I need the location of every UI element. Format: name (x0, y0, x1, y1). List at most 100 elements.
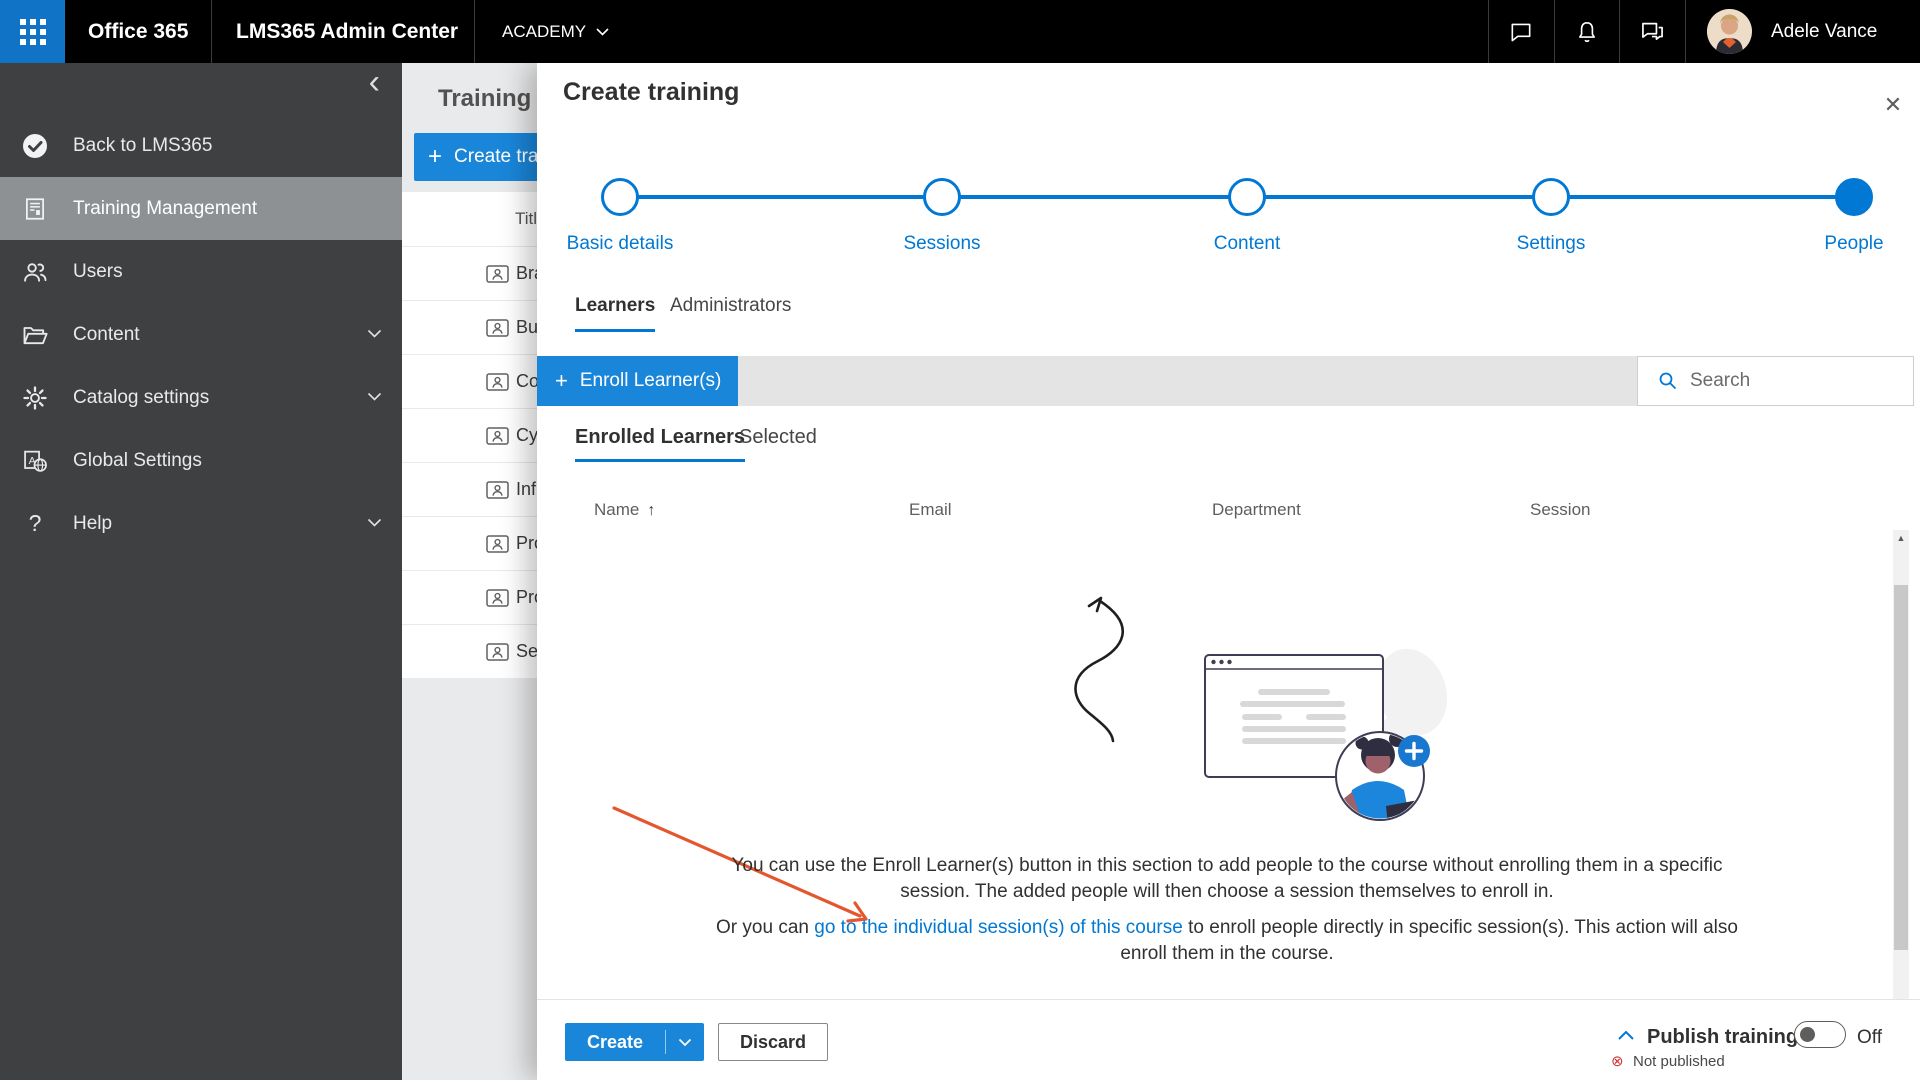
contact-card-icon (486, 588, 509, 607)
subtab-selected[interactable]: Selected (739, 426, 817, 459)
step-circle-people[interactable] (1835, 178, 1873, 216)
chevron-up-icon[interactable] (1617, 1030, 1635, 1041)
empty-state-text: You can use the Enroll Learner(s) button… (731, 855, 1723, 902)
sidebar-item-label: Global Settings (73, 449, 202, 471)
column-header-session[interactable]: Session (1530, 500, 1590, 520)
create-training-button[interactable]: + Create tra (414, 133, 537, 181)
table-row[interactable]: Co (402, 354, 537, 408)
row-title: Bu (516, 317, 537, 337)
step-label-basic-details[interactable]: Basic details (540, 233, 700, 255)
waffle-icon (19, 18, 46, 45)
avatar-image (1707, 9, 1752, 54)
squiggle-arrow (1074, 596, 1124, 743)
contact-card-icon (486, 318, 509, 337)
app-launcher-button[interactable] (0, 0, 65, 63)
gear-icon (21, 384, 49, 412)
chat-button[interactable] (1489, 0, 1553, 63)
page-title: Training M (438, 85, 537, 112)
contact-card-icon (486, 534, 509, 553)
sidebar-item-users[interactable]: Users (0, 240, 402, 303)
step-label-people[interactable]: People (1774, 233, 1920, 255)
row-title: Pro (516, 587, 537, 607)
table-row[interactable]: Bra (402, 246, 537, 300)
lms365-logo-icon (21, 132, 49, 160)
step-label-settings[interactable]: Settings (1471, 233, 1631, 255)
sort-ascending-icon: ↑ (647, 502, 656, 519)
step-label-sessions[interactable]: Sessions (862, 233, 1022, 255)
feedback-button[interactable] (1620, 0, 1684, 63)
step-circle-sessions[interactable] (923, 178, 961, 216)
sidebar-item-back-to-lms365[interactable]: Back to LMS365 (0, 114, 402, 177)
user-name[interactable]: Adele Vance (1771, 0, 1877, 63)
not-published-icon: ⊗ (1611, 1053, 1624, 1070)
sidebar-item-content[interactable]: Content (0, 303, 402, 366)
sidebar-item-label: Training Management (73, 197, 258, 219)
sidebar-item-catalog-settings[interactable]: Catalog settings (0, 366, 402, 429)
tenant-name: ACADEMY (502, 21, 587, 41)
plus-icon: + (428, 143, 443, 170)
table-row[interactable]: Pro (402, 516, 537, 570)
step-circle-basic-details[interactable] (601, 178, 639, 216)
table-row[interactable]: Inf (402, 462, 537, 516)
plus-icon: + (555, 368, 568, 393)
step-label-content[interactable]: Content (1167, 233, 1327, 255)
person-avatar-graphic (1335, 731, 1430, 821)
app-title: LMS365 Admin Center (236, 20, 459, 43)
chevron-down-icon (367, 392, 382, 401)
search-input[interactable] (1690, 370, 1890, 392)
go-to-sessions-link[interactable]: go to the individual session(s) of this … (814, 917, 1183, 938)
publish-training-label: Publish training (1647, 1026, 1799, 1048)
column-header-department[interactable]: Department (1212, 500, 1301, 520)
suite-bar: Office 365 LMS365 Admin Center ACADEMY A… (0, 0, 1920, 63)
chevron-down-icon (367, 329, 382, 338)
column-header-email[interactable]: Email (909, 500, 952, 520)
user-avatar[interactable] (1707, 9, 1752, 54)
tab-administrators[interactable]: Administrators (670, 295, 791, 329)
collapse-nav-button[interactable]: ‹ (369, 65, 380, 99)
contact-card-icon (486, 372, 509, 391)
swoosh-shape (1375, 648, 1448, 772)
create-options-button[interactable] (666, 1023, 704, 1061)
discard-button[interactable]: Discard (718, 1023, 828, 1061)
empty-state-text-2: Or you can go to the individual session(… (716, 917, 1738, 964)
topbar-divider (474, 0, 475, 63)
chevron-down-icon (367, 518, 382, 527)
global-settings-icon: A (21, 447, 49, 475)
users-icon (21, 258, 49, 286)
enroll-learners-button[interactable]: + Enroll Learner(s) (537, 356, 738, 406)
sidebar-item-global-settings[interactable]: A Global Settings (0, 429, 402, 492)
browser-window-graphic (1204, 654, 1384, 778)
toggle-state-label: Off (1857, 1027, 1882, 1048)
sidebar-item-training-management[interactable]: Training Management (0, 177, 402, 240)
trainings-table: Titl Bra Bu Co Cy Inf (402, 192, 537, 678)
subtab-enrolled-learners[interactable]: Enrolled Learners (575, 426, 746, 462)
feedback-icon (1641, 22, 1663, 40)
sidebar-item-label: Back to LMS365 (73, 134, 213, 156)
table-row[interactable]: Bu (402, 300, 537, 354)
table-row[interactable]: Se (402, 624, 537, 678)
step-circle-settings[interactable] (1532, 178, 1570, 216)
scroll-up-icon[interactable]: ▲ (1893, 533, 1909, 543)
training-management-icon (21, 195, 49, 223)
create-split-button[interactable]: Create (565, 1023, 704, 1061)
create-button[interactable]: Create (565, 1023, 665, 1061)
notifications-button[interactable] (1555, 0, 1619, 63)
row-title: Co (516, 371, 537, 391)
row-title: Cy (516, 425, 537, 445)
toggle-knob (1800, 1026, 1815, 1042)
row-title: Se (516, 641, 537, 661)
vertical-scrollbar[interactable]: ▲ ▼ (1893, 530, 1909, 1012)
sidebar-item-label: Catalog settings (73, 386, 210, 408)
step-circle-content[interactable] (1228, 178, 1266, 216)
tenant-selector[interactable]: ACADEMY (502, 0, 609, 63)
close-icon[interactable]: ✕ (1873, 85, 1913, 125)
publish-status-text: Not published (1633, 1053, 1725, 1070)
column-header-name[interactable]: Name ↑ (594, 500, 655, 520)
table-row[interactable]: Cy (402, 408, 537, 462)
sidebar-item-help[interactable]: ? Help (0, 492, 402, 555)
scrollbar-thumb[interactable] (1894, 585, 1908, 950)
publish-toggle[interactable] (1794, 1021, 1846, 1048)
tab-learners[interactable]: Learners (575, 295, 656, 332)
table-row[interactable]: Pro (402, 570, 537, 624)
topbar-divider (211, 0, 212, 63)
